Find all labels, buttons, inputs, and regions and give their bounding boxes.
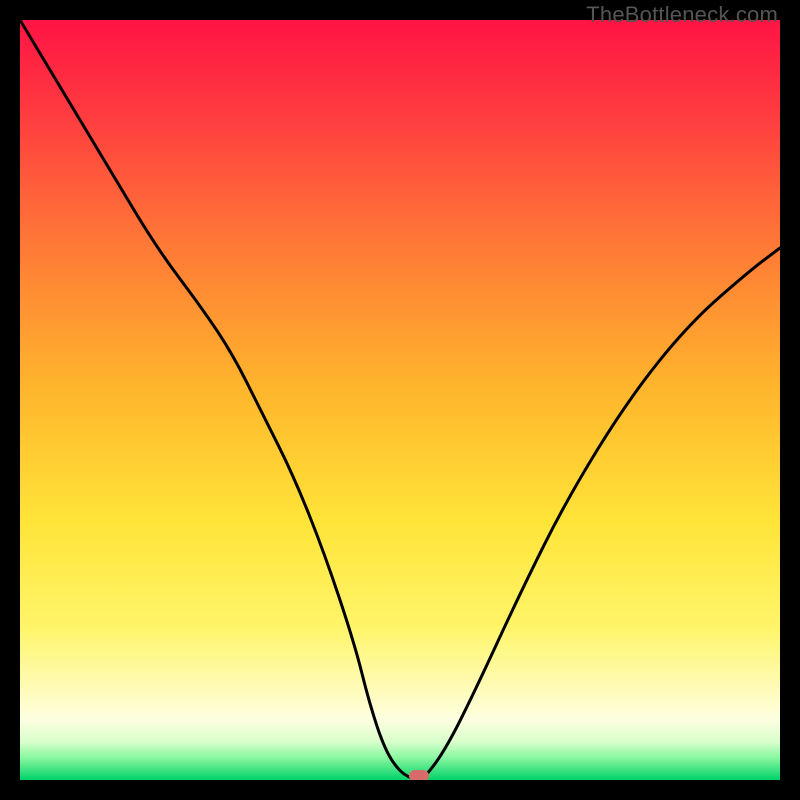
optimal-marker [409, 770, 429, 780]
watermark-text: TheBottleneck.com [586, 2, 778, 28]
chart-container: TheBottleneck.com [0, 0, 800, 800]
bottleneck-curve [20, 20, 780, 780]
plot-area [20, 20, 780, 780]
